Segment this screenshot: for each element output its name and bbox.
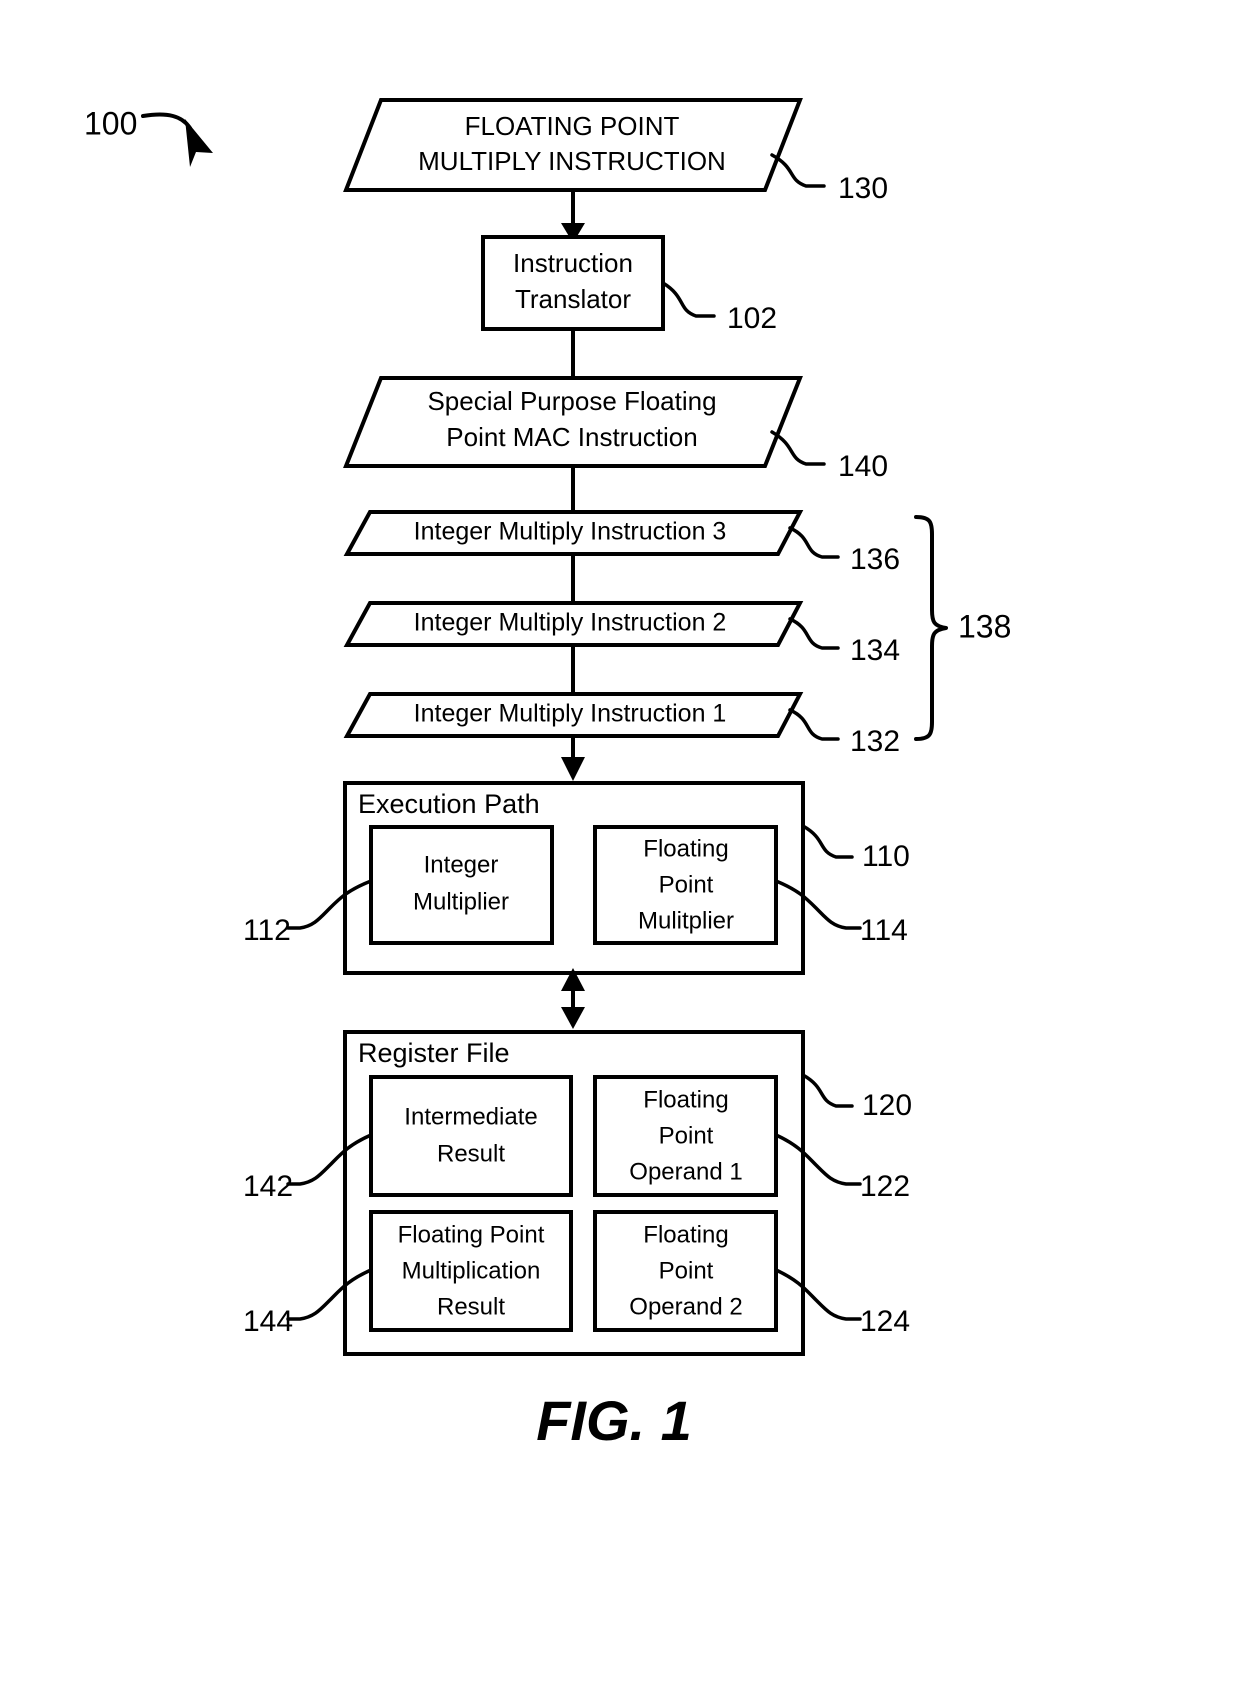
fp-multiplier-line1: Floating [643, 835, 728, 862]
node-register-file: Register File Intermediate Result 142 Fl… [243, 1030, 912, 1356]
ref-132-label: 132 [850, 725, 900, 758]
integer-multiply-1-label: Integer Multiply Instruction 1 [414, 700, 727, 728]
ref-134-leader [788, 617, 840, 650]
fp-mult-result-line3: Result [437, 1293, 505, 1320]
node-mac-instruction: Special Purpose Floating Point MAC Instr… [343, 376, 888, 483]
fp-multiply-line1: FLOATING POINT [465, 111, 680, 141]
ref-140-label: 140 [838, 450, 888, 483]
ref-102-label: 102 [727, 302, 777, 335]
group-brace-138: 138 [914, 515, 1011, 741]
figure-caption: FIG. 1 [536, 1389, 692, 1452]
ref-130-label: 130 [838, 172, 888, 205]
mac-instruction-line1: Special Purpose Floating [427, 386, 716, 416]
execution-path-label: Execution Path [358, 789, 540, 819]
ref-112-label: 112 [243, 914, 291, 947]
fp-operand-1-line3: Operand 1 [629, 1158, 742, 1185]
ref-124-label: 124 [860, 1305, 910, 1338]
integer-multiply-2-label: Integer Multiply Instruction 2 [414, 609, 727, 637]
system-ref-label: 100 [84, 105, 137, 141]
instruction-translator-line1: Instruction [513, 248, 633, 278]
register-file-label: Register File [358, 1038, 510, 1068]
ref-110-leader [801, 824, 854, 859]
node-floating-point-multiplier: Floating Point Mulitplier 114 [593, 825, 908, 947]
ref-110-label: 110 [862, 840, 910, 873]
fp-operand-2-line1: Floating [643, 1221, 728, 1248]
arrow-execution-path-to-register-file [561, 968, 585, 1029]
fp-multiplier-line2: Point [659, 871, 714, 898]
node-floating-point-multiply-instruction: FLOATING POINT MULTIPLY INSTRUCTION 130 [343, 98, 888, 205]
node-integer-multiply-3: Integer Multiply Instruction 3 136 [343, 510, 900, 576]
fp-multiplier-line3: Mulitplier [638, 907, 734, 934]
node-integer-multiply-1: Integer Multiply Instruction 1 132 [343, 692, 900, 758]
ref-136-label: 136 [850, 543, 900, 576]
system-ref-arrowhead [185, 119, 213, 167]
integer-multiplier-box [369, 825, 554, 945]
brace-shape [914, 515, 948, 741]
integer-multiplier-line1: Integer [424, 851, 499, 878]
patent-figure-page: 100 FLOATING POINT MULTIPLY INSTRUCTION … [0, 0, 1240, 1692]
node-execution-path: Execution Path Integer Multiplier 112 Fl… [243, 781, 910, 975]
node-fp-multiplication-result: Floating Point Multiplication Result 144 [243, 1210, 573, 1338]
intermediate-result-line1: Intermediate [404, 1103, 537, 1130]
integer-multiply-3-label: Integer Multiply Instruction 3 [414, 518, 727, 546]
intermediate-result-line2: Result [437, 1140, 505, 1167]
node-floating-point-operand-2: Floating Point Operand 2 124 [593, 1210, 910, 1338]
ref-102-leader [661, 281, 716, 318]
integer-multiplier-line2: Multiplier [413, 888, 509, 915]
instruction-translator-line2: Translator [515, 284, 631, 314]
fp-mult-result-line2: Multiplication [402, 1257, 541, 1284]
intermediate-result-box [369, 1075, 573, 1197]
node-integer-multiply-2: Integer Multiply Instruction 2 134 [343, 601, 900, 667]
arrow-132-to-110 [561, 736, 585, 781]
ref-136-leader [788, 526, 840, 559]
system-ref-leader [141, 112, 192, 130]
fp-multiply-line2: MULTIPLY INSTRUCTION [418, 146, 726, 176]
ref-144-label: 144 [243, 1305, 293, 1338]
ref-130-leader [770, 153, 826, 188]
ref-120-leader [801, 1073, 854, 1108]
ref-122-label: 122 [860, 1170, 910, 1203]
fp-mult-result-line1: Floating Point [398, 1221, 545, 1248]
ref-114-label: 114 [860, 914, 908, 947]
fp-operand-2-line2: Point [659, 1257, 714, 1284]
ref-120-label: 120 [862, 1089, 912, 1122]
ref-142-label: 142 [243, 1170, 293, 1203]
ref-132-leader [788, 708, 840, 741]
ref-134-label: 134 [850, 634, 900, 667]
fp-operand-1-line1: Floating [643, 1086, 728, 1113]
ref-140-leader [770, 430, 826, 466]
mac-instruction-line2: Point MAC Instruction [446, 422, 697, 452]
node-integer-multiplier: Integer Multiplier 112 [243, 825, 554, 947]
node-instruction-translator: Instruction Translator 102 [481, 235, 777, 335]
ref-138-label: 138 [958, 608, 1011, 644]
system-reference-100: 100 [84, 105, 213, 167]
fp-operand-1-line2: Point [659, 1122, 714, 1149]
node-intermediate-result: Intermediate Result 142 [243, 1075, 573, 1203]
fp-operand-2-line3: Operand 2 [629, 1293, 742, 1320]
